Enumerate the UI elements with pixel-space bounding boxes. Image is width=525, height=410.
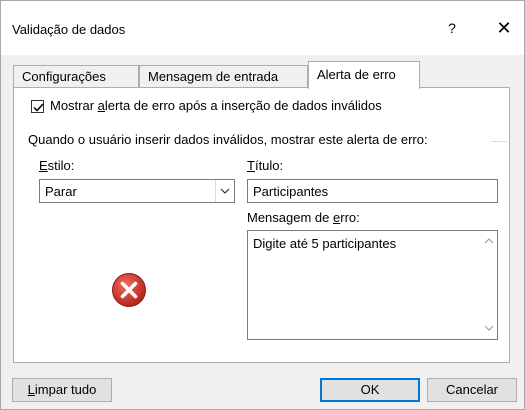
message-label: Mensagem de erro:	[247, 210, 360, 225]
scroll-down-icon[interactable]	[484, 323, 494, 333]
title-label: Título:	[247, 158, 284, 173]
error-message-value: Digite até 5 participantes	[253, 236, 397, 251]
group-divider	[491, 141, 507, 142]
style-label: Estilo:	[39, 158, 75, 173]
tab-mensagem-entrada[interactable]: Mensagem de entrada	[139, 65, 308, 87]
clear-all-button[interactable]: Limpar tudo	[12, 378, 112, 402]
show-error-alert-label[interactable]: Mostrar alerta de erro após a inserção d…	[50, 98, 382, 113]
error-message-textarea[interactable]: Digite até 5 participantes	[247, 230, 498, 340]
ok-button[interactable]: OK	[320, 378, 420, 402]
title-input-value: Participantes	[253, 184, 329, 199]
title-input[interactable]: Participantes	[247, 179, 498, 203]
style-select[interactable]: Parar	[39, 179, 235, 203]
group-label: Quando o usuário inserir dados inválidos…	[28, 132, 428, 147]
title-bar: Validação de dados ? ✕	[1, 1, 524, 55]
cancel-button[interactable]: Cancelar	[427, 378, 517, 402]
style-select-value: Parar	[45, 184, 77, 199]
close-button[interactable]: ✕	[492, 15, 516, 41]
scroll-up-icon[interactable]	[484, 236, 494, 246]
error-alert-panel: Mostrar alerta de erro após a inserção d…	[13, 87, 510, 363]
error-stop-icon	[112, 273, 146, 307]
data-validation-dialog: Validação de dados ? ✕ Configurações Men…	[0, 0, 525, 410]
checkmark-icon	[33, 103, 44, 112]
help-button[interactable]: ?	[441, 15, 463, 41]
tab-alerta-erro[interactable]: Alerta de erro	[308, 61, 420, 89]
chevron-down-icon[interactable]	[215, 180, 234, 202]
dialog-title: Validação de dados	[12, 22, 126, 37]
show-error-alert-checkbox[interactable]	[31, 100, 44, 113]
tab-configuracoes[interactable]: Configurações	[13, 65, 139, 87]
